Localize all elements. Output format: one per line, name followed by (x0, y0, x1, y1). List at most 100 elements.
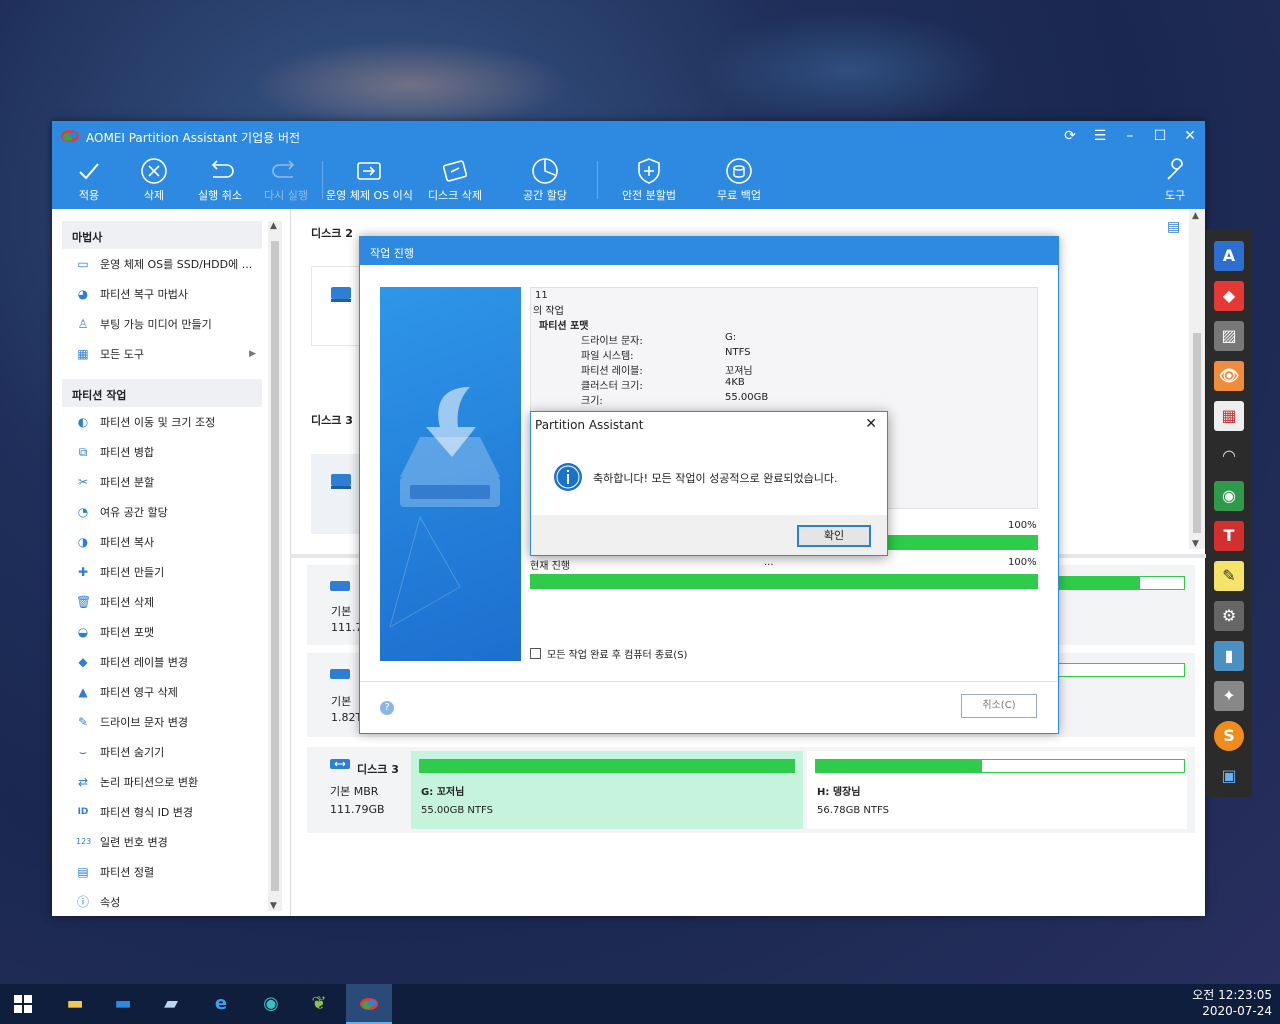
close-button[interactable]: ✕ (1179, 126, 1201, 146)
dock-disk-clean-icon[interactable]: ✦ (1214, 681, 1244, 711)
partition-g[interactable]: G: 꼬저님 55.00GB NTFS (411, 751, 803, 829)
view-toggle-icon[interactable]: ▤ (1167, 219, 1180, 235)
cancel-button[interactable]: 취소(C) (961, 694, 1037, 718)
delete-button[interactable]: 삭제 (137, 151, 171, 209)
merge-icon: ⧉ (78, 445, 88, 459)
plabel-value: 꼬져님 (725, 366, 753, 377)
green-app-icon[interactable]: ❦ (296, 984, 342, 1024)
sidebar-item-type-id[interactable]: ID 파티션 형식 ID 변경 (62, 797, 262, 827)
dock-disk-tool-icon[interactable]: ▨ (1214, 321, 1244, 351)
sidebar-item-all-tools[interactable]: ▦ 모든 도구 ▶ (62, 339, 262, 369)
clock-time: 오전 12:23:05 (1192, 988, 1272, 1002)
sidebar-item-drive-letter[interactable]: ✎ 드라이브 문자 변경 (62, 707, 262, 737)
disk2-card[interactable] (311, 266, 361, 346)
dock-device-icon[interactable]: ▮ (1214, 641, 1244, 671)
tablet-app-icon[interactable]: ▰ (148, 984, 194, 1024)
sidebar-item-hide[interactable]: ⌣ 파티션 숨기기 (62, 737, 262, 767)
usage-bar (1055, 576, 1185, 590)
dock-notes-icon[interactable]: ✎ (1214, 561, 1244, 591)
sidebar-item-migrate-os[interactable]: ▭ 운영 체제 OS를 SSD/HDD에 ... (62, 249, 262, 279)
shutdown-checkbox[interactable] (530, 648, 541, 659)
shutdown-checkbox-label[interactable]: 모든 작업 완료 후 컴퓨터 종료(S) (547, 646, 687, 661)
start-button[interactable] (0, 984, 46, 1024)
dock-t-icon[interactable]: T (1214, 521, 1244, 551)
sidebar-item-convert-logical[interactable]: ⇄ 논리 파티션으로 변환 (62, 767, 262, 797)
scroll-up-icon[interactable]: ▲ (270, 221, 277, 231)
checkmark-icon (79, 163, 99, 180)
sidebar-item-resize[interactable]: ◐ 파티션 이동 및 크기 조정 (62, 407, 262, 437)
sidebar-item-bootable-media[interactable]: ♙ 부팅 가능 미디어 만들기 (62, 309, 262, 339)
dock-calendar-icon[interactable]: ▦ (1214, 401, 1244, 431)
migrate-os-button[interactable]: 운영 체제 OS 이식 (326, 151, 413, 209)
undo-icon (211, 160, 234, 178)
allocate-space-button[interactable]: 공간 할당 (518, 151, 572, 209)
sidebar-item-partition-recovery[interactable]: ◕ 파티션 복구 마법사 (62, 279, 262, 309)
partition-h[interactable]: H: 뎅장님 56.78GB NTFS (807, 751, 1187, 829)
disk3-top-card[interactable] (311, 454, 361, 534)
help-icon[interactable]: ? (380, 701, 394, 715)
sidebar-item-split[interactable]: ✂ 파티션 분할 (62, 467, 262, 497)
sidebar-item-format[interactable]: ◒ 파티션 포맷 (62, 617, 262, 647)
maximize-button[interactable]: ☐ (1149, 126, 1171, 146)
disk-type: 기본 (331, 695, 352, 708)
scroll-up-icon[interactable]: ▲ (1192, 211, 1199, 221)
dock-grid-icon[interactable]: ▣ (1214, 761, 1244, 791)
internet-explorer-icon[interactable]: e (198, 984, 244, 1024)
sidebar-item-merge[interactable]: ⧉ 파티션 병합 (62, 437, 262, 467)
partition-g-usage-bar (419, 759, 795, 773)
sidebar-item-properties[interactable]: ⓘ 속성 (62, 887, 262, 917)
dock-eye-viewer-icon[interactable]: 👁 (1214, 361, 1244, 391)
ok-button[interactable]: 확인 (797, 525, 871, 547)
toolbar: 적용 삭제 실행 취소 다시 실행 운영 체제 OS 이식 디스크 삭제 공간 … (52, 151, 1205, 209)
file-explorer-icon[interactable]: ▬ (52, 984, 98, 1024)
wipe-disk-button[interactable]: 디스크 삭제 (424, 151, 486, 209)
disk-size: 111.7 (331, 621, 363, 634)
redo-button[interactable]: 다시 실행 (258, 151, 314, 209)
sidebar-item-label[interactable]: ◆ 파티션 레이블 변경 (62, 647, 262, 677)
clock-date: 2020-07-24 (1202, 1004, 1272, 1018)
dock-s-icon[interactable]: S (1214, 721, 1244, 751)
main-scroll-thumb[interactable] (1193, 333, 1201, 533)
dock-disk-green-icon[interactable]: ◉ (1214, 481, 1244, 511)
disk-icon (331, 474, 351, 489)
undo-button[interactable]: 실행 취소 (192, 151, 248, 209)
aomei-taskbar-icon[interactable] (346, 984, 392, 1024)
minimize-button[interactable]: – (1119, 126, 1141, 146)
dock-anydesk-icon[interactable]: ◆ (1214, 281, 1244, 311)
free-backup-button[interactable]: 무료 백업 (712, 151, 766, 209)
sidebar-item-allocate[interactable]: ◔ 여유 공간 할당 (62, 497, 262, 527)
sidebar-scroll-thumb[interactable] (271, 241, 279, 891)
message-box-title: Partition Assistant (535, 418, 644, 432)
sidebar-item-copy[interactable]: ◑ 파티션 복사 (62, 527, 262, 557)
main-scrollbar[interactable]: ▲ ▼ (1189, 209, 1205, 549)
edge-icon[interactable]: ◉ (248, 984, 294, 1024)
window-title: AOMEI Partition Assistant 기업용 버전 (86, 131, 301, 145)
disk3-card[interactable]: 디스크 3 기본 MBR 111.79GB G: 꼬저님 55.00GB NTF… (307, 747, 1195, 833)
refresh-icon[interactable]: ⟳ (1059, 126, 1081, 146)
apply-button[interactable]: 적용 (72, 151, 106, 209)
split-icon: ✂ (77, 475, 89, 489)
op-count: 11 (535, 290, 548, 301)
system-clock[interactable]: 오전 12:23:05 2020-07-24 (1192, 987, 1272, 1019)
dock-gear-icon[interactable]: ⚙ (1214, 601, 1244, 631)
sidebar-item-create[interactable]: ✚ 파티션 만들기 (62, 557, 262, 587)
desktop-app-icon[interactable]: ▬ (100, 984, 146, 1024)
sidebar-item-align[interactable]: ▤ 파티션 정렬 (62, 857, 262, 887)
partition-g-name: G: 꼬저님 (421, 787, 465, 798)
sidebar-item-delete[interactable]: 🗑 파티션 삭제 (62, 587, 262, 617)
scroll-down-icon[interactable]: ▼ (270, 901, 277, 911)
menu-icon[interactable]: ☰ (1089, 126, 1111, 146)
dock-gauge-icon[interactable]: ◠ (1214, 441, 1244, 471)
overall-percent: 100% (1008, 520, 1037, 531)
drive-letter-label: 드라이브 문자: (581, 336, 643, 347)
scroll-down-icon[interactable]: ▼ (1192, 539, 1199, 549)
sidebar-item-wipe[interactable]: ▲ 파티션 영구 삭제 (62, 677, 262, 707)
safe-partition-button[interactable]: 안전 분할법 (618, 151, 680, 209)
sidebar-scrollbar[interactable]: ▲ ▼ (268, 221, 282, 911)
message-box-close-button[interactable]: ✕ (865, 416, 877, 432)
dock-app-a-icon[interactable]: A (1214, 241, 1244, 271)
sidebar-item-serial[interactable]: 123 일련 번호 변경 (62, 827, 262, 857)
current-progress-bar (530, 574, 1038, 589)
tools-button[interactable]: 도구 (1158, 151, 1192, 209)
wallpaper-glow (250, 40, 570, 130)
